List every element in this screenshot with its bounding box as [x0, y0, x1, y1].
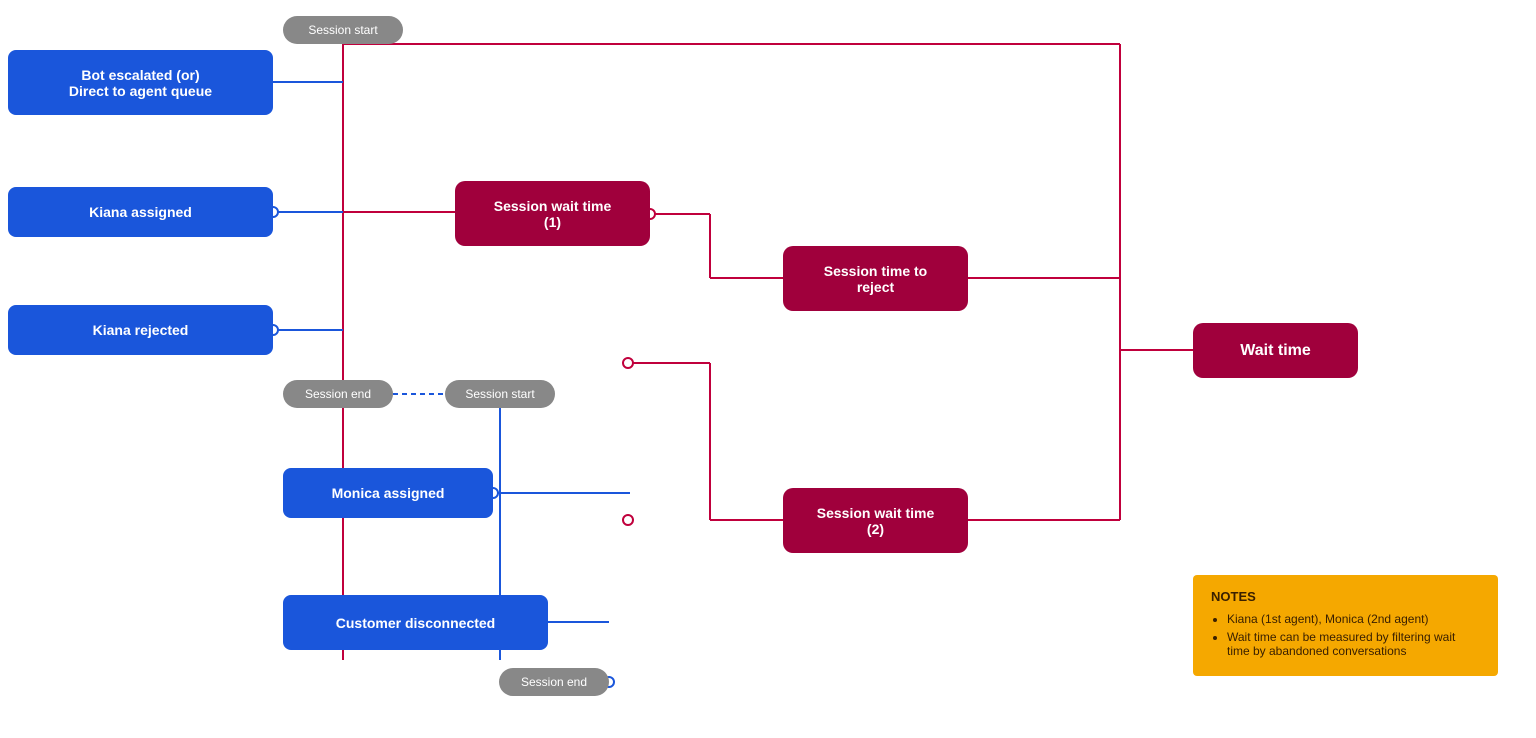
session-time-to-reject-node: Session time to reject — [783, 246, 968, 311]
notes-item-2: Wait time can be measured by filtering w… — [1227, 630, 1480, 658]
session-end-2-pill: Session end — [499, 668, 609, 696]
session-wait-time-2-node: Session wait time (2) — [783, 488, 968, 553]
session-start-2-pill: Session start — [445, 380, 555, 408]
notes-box: NOTES Kiana (1st agent), Monica (2nd age… — [1193, 575, 1498, 676]
kiana-assigned-node: Kiana assigned — [8, 187, 273, 237]
diagram-container: Session start Bot escalated (or) Direct … — [0, 0, 1536, 738]
session-wait-time-1-node: Session wait time (1) — [455, 181, 650, 246]
customer-disconnected-node: Customer disconnected — [283, 595, 548, 650]
monica-assigned-node: Monica assigned — [283, 468, 493, 518]
notes-item-1: Kiana (1st agent), Monica (2nd agent) — [1227, 612, 1480, 626]
session-end-1-pill: Session end — [283, 380, 393, 408]
notes-title: NOTES — [1211, 589, 1480, 604]
wait-time-node: Wait time — [1193, 323, 1358, 378]
session-start-1-pill: Session start — [283, 16, 403, 44]
notes-list: Kiana (1st agent), Monica (2nd agent) Wa… — [1227, 612, 1480, 658]
bot-escalated-node: Bot escalated (or) Direct to agent queue — [8, 50, 273, 115]
kiana-rejected-node: Kiana rejected — [8, 305, 273, 355]
